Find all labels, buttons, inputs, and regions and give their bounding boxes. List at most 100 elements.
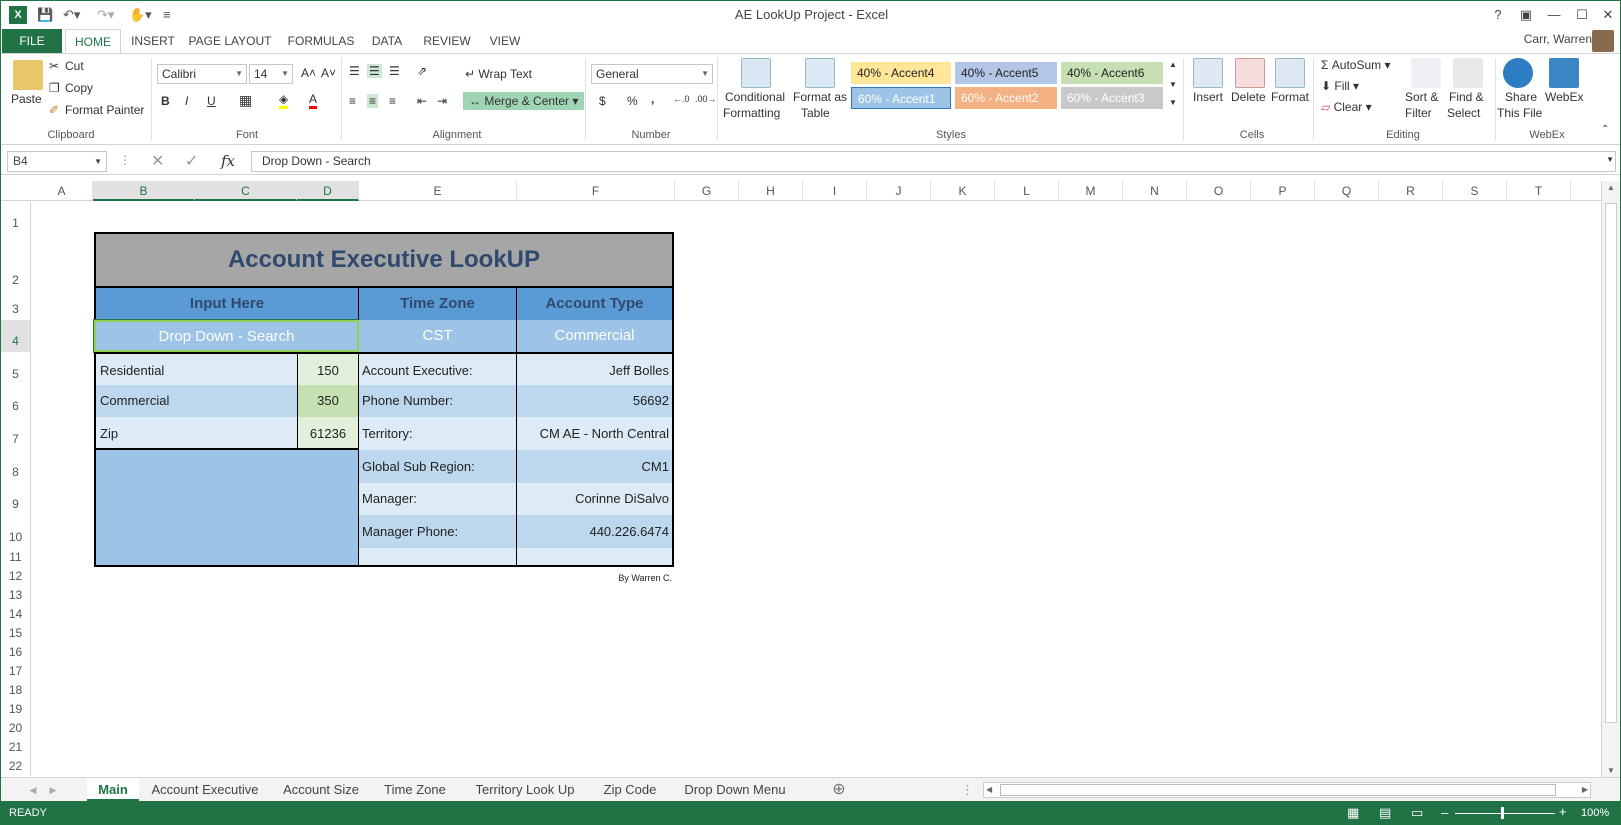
sheet-tab-territory-look-up[interactable]: Territory Look Up — [463, 778, 587, 802]
wrap-text-button[interactable]: ↵ Wrap Text — [465, 67, 532, 81]
col-header[interactable]: Q — [1315, 181, 1379, 201]
conditional-formatting-icon[interactable] — [741, 58, 771, 88]
style-accent3[interactable]: 60% - Accent3 — [1061, 87, 1163, 109]
scroll-down-icon[interactable]: ▼ — [1607, 766, 1615, 775]
styles-scroll-down-icon[interactable]: ▼ — [1169, 80, 1177, 89]
sort-filter-icon[interactable] — [1411, 58, 1441, 88]
find-select-label[interactable]: Select — [1447, 106, 1480, 120]
style-accent5[interactable]: 40% - Accent5 — [955, 62, 1057, 84]
paste-button[interactable]: Paste — [11, 92, 42, 106]
style-accent1[interactable]: 60% - Accent1 — [851, 87, 951, 109]
right-label[interactable]: Manager Phone: — [359, 515, 517, 548]
col-header[interactable]: H — [739, 181, 803, 201]
avatar[interactable] — [1592, 30, 1614, 52]
name-box[interactable]: B4 ▼ — [7, 151, 107, 172]
right-label[interactable]: Global Sub Region: — [359, 450, 517, 483]
right-value[interactable]: 440.226.6474 — [517, 515, 674, 548]
normal-view-icon[interactable]: ▦ — [1347, 805, 1359, 821]
left-value-zip[interactable]: 61236 — [297, 417, 359, 450]
format-as-table-label[interactable]: Table — [801, 106, 830, 120]
format-cells-button[interactable]: Format — [1271, 90, 1309, 104]
cut-icon[interactable]: ✂ — [49, 59, 59, 73]
scroll-right-icon[interactable]: ▶ — [1582, 783, 1588, 797]
conditional-formatting-label[interactable]: Formatting — [723, 106, 780, 120]
decrease-decimal-icon[interactable]: .00→ — [695, 94, 717, 104]
scroll-up-icon[interactable]: ▲ — [1607, 183, 1615, 192]
input-header[interactable]: Input Here — [94, 288, 359, 320]
tab-splitter-icon[interactable]: ⋮ — [961, 778, 974, 802]
row-header[interactable]: 20 — [1, 719, 31, 738]
sheet-tab-account-size[interactable]: Account Size — [273, 778, 369, 802]
format-as-table-icon[interactable] — [805, 58, 835, 88]
autosum-button[interactable]: Σ AutoSum ▾ — [1321, 58, 1390, 72]
right-label[interactable]: Phone Number: — [359, 385, 517, 417]
right-value[interactable]: Jeff Bolles — [517, 352, 674, 385]
col-header[interactable]: O — [1187, 181, 1251, 201]
row-header[interactable]: 12 — [1, 567, 31, 586]
col-header[interactable]: K — [931, 181, 995, 201]
sheet-tab-time-zone[interactable]: Time Zone — [373, 778, 457, 802]
col-header[interactable]: E — [359, 181, 517, 201]
account-type-header[interactable]: Account Type — [517, 288, 674, 320]
add-sheet-icon[interactable]: ⊕ — [827, 778, 851, 802]
expand-formula-icon[interactable]: ▼ — [1606, 155, 1614, 164]
col-header[interactable]: D — [297, 181, 359, 201]
col-header[interactable]: G — [675, 181, 739, 201]
italic-button[interactable]: I — [185, 94, 188, 108]
tab-data[interactable]: DATA — [365, 29, 409, 53]
row-header[interactable]: 1 — [1, 202, 31, 232]
row-header[interactable]: 3 — [1, 288, 31, 320]
zoom-slider-thumb[interactable] — [1501, 807, 1504, 819]
row-header[interactable]: 11 — [1, 548, 31, 567]
row-header[interactable]: 5 — [1, 352, 31, 385]
align-center-icon[interactable]: ≡ — [367, 94, 379, 108]
tab-insert[interactable]: INSERT — [125, 29, 181, 53]
table-title[interactable]: Account Executive LookUP — [94, 232, 674, 288]
sheet-tab-zip-code[interactable]: Zip Code — [593, 778, 667, 802]
style-accent2[interactable]: 60% - Accent2 — [955, 87, 1057, 109]
align-right-icon[interactable]: ≡ — [389, 94, 396, 108]
scrollbar-thumb[interactable] — [1605, 203, 1617, 723]
row-header[interactable]: 7 — [1, 417, 31, 450]
formula-input[interactable]: Drop Down - Search — [251, 151, 1616, 172]
more-options-icon[interactable]: ⋮ — [119, 153, 131, 167]
credit-text[interactable]: By Warren C. — [517, 573, 672, 587]
col-header[interactable]: P — [1251, 181, 1315, 201]
font-color-icon[interactable]: A — [309, 92, 318, 109]
row-header[interactable]: 4 — [1, 320, 31, 352]
align-top-icon[interactable]: ☰ — [349, 64, 360, 78]
row-header[interactable]: 19 — [1, 700, 31, 719]
right-label[interactable]: Manager: — [359, 483, 517, 515]
row-header[interactable]: 16 — [1, 643, 31, 662]
empty-cell[interactable] — [359, 548, 517, 567]
zoom-out-icon[interactable]: – — [1441, 805, 1448, 820]
right-value[interactable]: 56692 — [517, 385, 674, 417]
align-bottom-icon[interactable]: ☰ — [389, 64, 400, 78]
tab-page-layout[interactable]: PAGE LAYOUT — [187, 29, 273, 53]
format-painter-button[interactable]: Format Painter — [65, 103, 144, 117]
format-cells-icon[interactable] — [1275, 58, 1305, 88]
cancel-entry-icon[interactable]: ✕ — [151, 151, 164, 171]
styles-scroll-up-icon[interactable]: ▲ — [1169, 60, 1177, 69]
ribbon-display-icon[interactable]: ▣ — [1515, 5, 1537, 25]
help-button[interactable]: ? — [1487, 5, 1509, 25]
row-header[interactable]: 18 — [1, 681, 31, 700]
col-header[interactable]: F — [517, 181, 675, 201]
find-select-button[interactable]: Find & — [1449, 90, 1484, 104]
comma-button[interactable]: , — [651, 92, 654, 106]
merge-center-button[interactable]: ↔ Merge & Center ▾ — [463, 92, 585, 110]
share-file-button[interactable]: Share — [1505, 90, 1537, 104]
paste-icon[interactable] — [13, 60, 43, 90]
increase-decimal-icon[interactable]: ←.0 — [673, 94, 690, 104]
col-header[interactable]: N — [1123, 181, 1187, 201]
share-file-label[interactable]: This File — [1497, 106, 1542, 120]
col-header[interactable]: T — [1507, 181, 1571, 201]
grow-font-icon[interactable]: A˄ — [301, 66, 316, 80]
shrink-font-icon[interactable]: A˅ — [321, 66, 336, 80]
font-name-dropdown[interactable]: Calibri ▼ — [157, 64, 247, 84]
enter-entry-icon[interactable]: ✓ — [185, 151, 198, 171]
share-file-icon[interactable] — [1503, 58, 1533, 88]
collapse-ribbon-icon[interactable]: ⌃ — [1601, 124, 1609, 135]
col-header[interactable]: B — [93, 181, 195, 201]
row-header[interactable]: 15 — [1, 624, 31, 643]
